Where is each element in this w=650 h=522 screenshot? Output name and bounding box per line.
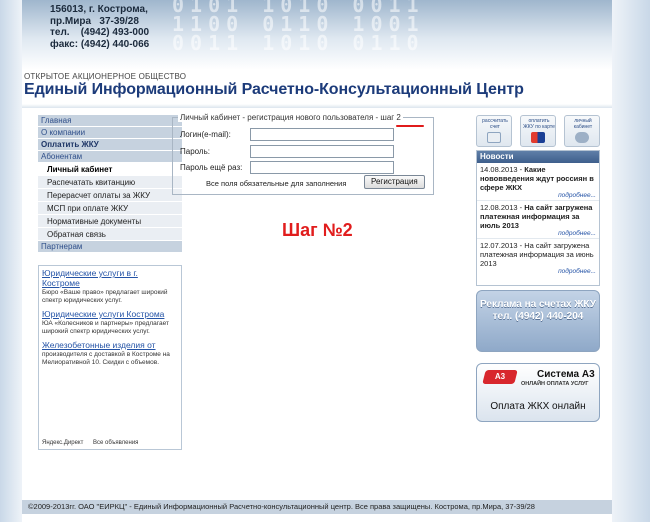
register-button[interactable]: Регистрация bbox=[364, 175, 425, 189]
news-panel: Новости 14.08.2013 - Какие нововведения … bbox=[476, 150, 600, 286]
news-item: 12.08.2013 - На сайт загружена платежная… bbox=[477, 201, 599, 239]
news-more-link[interactable]: подробнее... bbox=[480, 230, 596, 238]
menu-subitem-documents[interactable]: Нормативные документы bbox=[38, 215, 182, 228]
footer-copyright: ©2009-2013гг. ОАО "ЕИРКЦ" - Единый Инфор… bbox=[22, 500, 612, 514]
calculator-icon bbox=[487, 132, 501, 143]
yandex-direct-ads: Юридические услуги в г. Костроме Бюро «В… bbox=[38, 265, 182, 450]
advertising-banner[interactable]: Реклама на счетах ЖКУ тел. (4942) 440-20… bbox=[476, 290, 600, 352]
page-right-shade bbox=[612, 0, 650, 522]
personal-cabinet-label: личный кабинет bbox=[573, 118, 593, 130]
company-name[interactable]: Единый Информационный Расчетно-Консульта… bbox=[24, 81, 524, 99]
a3-action-text: Оплата ЖКХ онлайн bbox=[490, 401, 586, 412]
password-label: Пароль: bbox=[180, 147, 210, 156]
news-date: 12.07.2013 bbox=[480, 241, 518, 250]
ad-description: ЮА «Колесников и партнеры» предлагает ши… bbox=[42, 320, 169, 335]
menu-subitem-msp[interactable]: МСП при оплате ЖКУ bbox=[38, 202, 182, 215]
menu-item-pay[interactable]: Оплатить ЖКУ bbox=[38, 139, 182, 151]
news-more-link[interactable]: подробнее... bbox=[480, 268, 596, 276]
calculate-bill-button[interactable]: рассчитать счет bbox=[476, 115, 512, 147]
card-icon bbox=[531, 132, 545, 143]
news-item: 12.07.2013 - На сайт загружена платежная… bbox=[480, 241, 596, 276]
menu-subitem-cabinet[interactable]: Личный кабинет bbox=[38, 163, 182, 176]
ad-title[interactable]: Юридические услуги в г. Костроме bbox=[42, 268, 178, 288]
all-ads-link[interactable]: Все объявления bbox=[93, 440, 138, 446]
ad-title[interactable]: Железобетонные изделия от bbox=[42, 340, 178, 350]
menu-subitem-recalculation[interactable]: Перерасчет оплаты за ЖКУ bbox=[38, 189, 182, 202]
calculate-bill-label: рассчитать счет bbox=[482, 118, 508, 130]
a3-logo: A3 bbox=[482, 370, 518, 384]
login-input[interactable] bbox=[250, 128, 394, 141]
ad-title[interactable]: Юридические услуги Кострома bbox=[42, 309, 178, 319]
pay-by-card-label: оплатить ЖКУ по карте bbox=[523, 118, 555, 130]
menu-subitem-print-receipt[interactable]: Распечатать квитанцию bbox=[38, 176, 182, 189]
menu-item-partners[interactable]: Партнерам bbox=[38, 241, 182, 253]
password-input[interactable] bbox=[250, 145, 394, 158]
news-date: 12.08.2013 bbox=[480, 203, 518, 212]
a3-system-name: Система A3 bbox=[537, 369, 595, 380]
menu-item-subscribers[interactable]: Абонентам bbox=[38, 151, 182, 163]
menu-subitem-feedback[interactable]: Обратная связь bbox=[38, 228, 182, 241]
personal-cabinet-button[interactable]: личный кабинет bbox=[564, 115, 600, 147]
registration-form: Личный кабинет - регистрация нового поль… bbox=[172, 113, 434, 195]
a3-logo-text: A3 bbox=[494, 372, 506, 381]
ad-description: производителя с доставкой в Костроме на … bbox=[42, 351, 170, 366]
quick-actions: рассчитать счет оплатить ЖКУ по карте ли… bbox=[476, 115, 600, 147]
login-label: Логин(e-mail): bbox=[180, 130, 231, 139]
ad-description: Бюро «Ваше право» предлагает широкий спе… bbox=[42, 289, 168, 304]
page-frame: 0101 1010 0011 1100 0110 1001 0011 1010 … bbox=[22, 0, 612, 522]
pay-by-card-button[interactable]: оплатить ЖКУ по карте bbox=[520, 115, 556, 147]
ads-footer: Яндекс.Директ Все объявления bbox=[42, 440, 146, 446]
news-more-link[interactable]: подробнее... bbox=[480, 192, 596, 200]
header-binary-pattern: 0101 1010 0011 1100 0110 1001 0011 1010 … bbox=[172, 0, 425, 55]
user-icon bbox=[575, 132, 589, 143]
a3-tagline: ОНЛАЙН ОПЛАТА УСЛУГ bbox=[521, 381, 589, 387]
left-menu: Главная О компании Оплатить ЖКУ Абонента… bbox=[38, 115, 182, 253]
required-note: Все поля обязательные для заполнения bbox=[206, 179, 347, 188]
page-left-shade bbox=[0, 0, 22, 522]
news-item: 14.08.2013 - Какие нововведения ждут рос… bbox=[477, 163, 599, 201]
a3-payment-banner[interactable]: A3 Система A3 ОНЛАЙН ОПЛАТА УСЛУГ Оплата… bbox=[476, 363, 600, 422]
company-type: ОТКРЫТОЕ АКЦИОНЕРНОЕ ОБЩЕСТВО bbox=[24, 72, 187, 81]
yandex-direct-link[interactable]: Яндекс.Директ bbox=[42, 440, 83, 446]
step-heading: Шаг №2 bbox=[282, 220, 353, 240]
step-underline bbox=[396, 125, 424, 127]
password-repeat-label: Пароль ещё раз: bbox=[180, 163, 243, 172]
news-date: 14.08.2013 bbox=[480, 165, 518, 174]
header-banner: 0101 1010 0011 1100 0110 1001 0011 1010 … bbox=[22, 0, 612, 70]
menu-item-home[interactable]: Главная bbox=[38, 115, 182, 127]
menu-item-about[interactable]: О компании bbox=[38, 127, 182, 139]
form-legend: Личный кабинет - регистрация нового поль… bbox=[178, 113, 403, 122]
news-heading: Новости bbox=[477, 151, 599, 163]
password-repeat-input[interactable] bbox=[250, 161, 394, 174]
header-contacts: 156013, г. Кострома, пр.Мира 37-39/28 те… bbox=[50, 4, 150, 50]
header-divider bbox=[22, 104, 612, 108]
